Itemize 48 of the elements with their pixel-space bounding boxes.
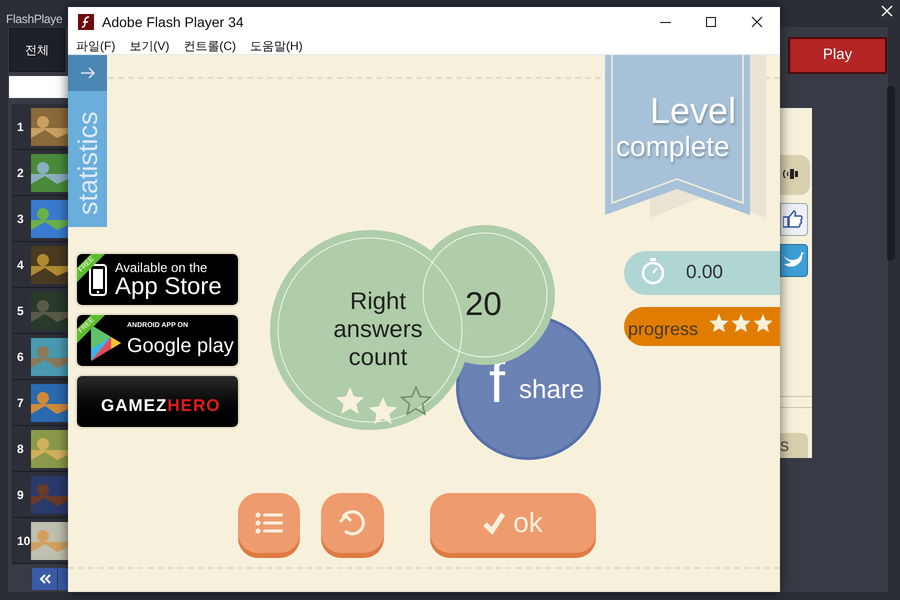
first-page-button[interactable] [32,568,57,590]
double-chevron-icon [38,574,52,584]
rank-number: 6 [16,348,25,366]
app-title: FlashPlaye [6,11,62,28]
maximize-icon [704,15,718,29]
flash-logo-icon [78,14,94,30]
arrow-icon [80,66,96,80]
bird-icon [784,252,804,268]
close-icon [750,15,764,29]
banner-text: complete [616,133,730,161]
checkmark-icon [483,511,506,535]
progress-label: progress [628,318,698,341]
rank-number: 7 [16,394,25,412]
star-icon [753,313,773,334]
search-field[interactable] [9,76,69,98]
list-icon [255,512,283,534]
empty-star-icon [400,386,432,418]
timer-value: 0.00 [686,261,723,285]
banner-text: Level [650,93,736,129]
result-label: Right answers count [332,288,424,372]
replay-icon [338,509,366,537]
star-icon [731,313,751,334]
menu-button[interactable] [238,493,300,553]
category-tab[interactable]: 전체 [9,28,65,72]
rank-number: 4 [16,256,25,274]
menu-item[interactable]: 컨트롤(C) [183,36,236,54]
star-icon [709,313,729,334]
menu-item[interactable]: 도움말(H) [250,36,303,54]
rank-number: 3 [16,210,25,228]
game-tab[interactable]: s [780,433,808,458]
close-icon[interactable] [880,4,894,18]
rank-number: 8 [16,440,25,458]
replay-button[interactable] [321,493,384,553]
play-button[interactable]: Play [788,37,887,74]
rank-number: 1 [16,118,25,136]
rank-number: 10 [16,532,31,550]
scrollbar-thumb[interactable] [887,86,895,261]
rank-number: 9 [16,486,25,504]
speaker-icon [783,167,799,181]
window-title: Adobe Flash Player 34 [102,12,244,32]
rank-number: 5 [16,302,25,320]
stopwatch-icon [640,257,666,285]
menu-item[interactable]: 파일(F) [76,36,116,54]
gamezhero-button[interactable]: GAMEZHERO [75,374,240,429]
thumbs-up-icon [783,209,803,229]
menu-item[interactable]: 보기(V) [129,36,170,54]
sound-button[interactable] [780,155,810,195]
rank-number: 2 [16,164,25,182]
